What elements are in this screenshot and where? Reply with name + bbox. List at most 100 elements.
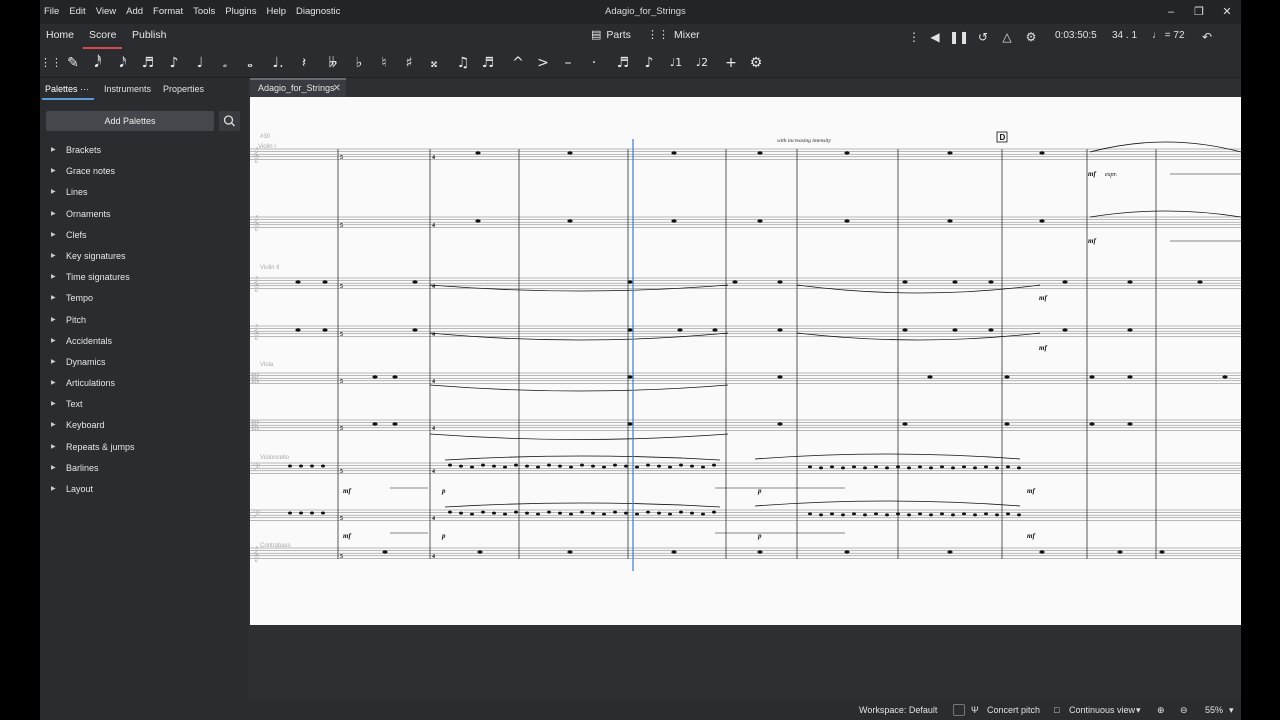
zoom-in-icon[interactable]: ⊕ [1157, 700, 1165, 720]
note-head [412, 280, 418, 284]
menu-help[interactable]: Help [261, 0, 291, 24]
palettes-menu-icon[interactable]: ··· [80, 78, 89, 100]
undo-icon[interactable]: ↶ [1197, 27, 1217, 47]
minimize-icon[interactable]: – [1157, 0, 1185, 24]
palette-pitch[interactable]: ▶ Pitch [40, 310, 248, 331]
palette-repeats-jumps[interactable]: ▶ Repeats & jumps [40, 437, 248, 458]
palette-clefs[interactable]: ▶ Clefs [40, 225, 248, 246]
slur-icon[interactable]: ♬ [477, 52, 499, 74]
note-head [514, 463, 518, 467]
palette-dynamics[interactable]: ▶ Dynamics [40, 352, 248, 373]
augmentation-dot-icon[interactable]: ♩. [267, 52, 289, 74]
voice-2-icon[interactable]: ♩2 [691, 52, 713, 74]
note-head [1117, 550, 1123, 554]
note-head [635, 465, 639, 469]
double-flat-icon[interactable]: 𝄫 [322, 52, 344, 74]
tie-icon[interactable]: ♫ [452, 52, 474, 74]
palette-accidentals[interactable]: ▶ Accidentals [40, 331, 248, 352]
note-head [558, 464, 562, 468]
whole-note-icon[interactable]: 𝅝 [239, 52, 261, 74]
voice-1-icon[interactable]: ♩1 [665, 52, 687, 74]
flat-icon[interactable]: ♭ [348, 52, 370, 74]
palette-lines[interactable]: ▶ Lines [40, 182, 248, 203]
concert-pitch-label[interactable]: Concert pitch [987, 700, 1040, 720]
loop-icon[interactable]: ↺ [973, 27, 993, 47]
pen-icon[interactable]: ✎ [62, 52, 84, 74]
time-signature: 4 [432, 223, 435, 229]
note-head [844, 151, 850, 155]
menu-diagnostic[interactable]: Diagnostic [291, 0, 345, 24]
concert-pitch-checkbox[interactable] [953, 704, 965, 716]
palette-brackets[interactable]: ▶ Brackets [40, 140, 248, 161]
expand-arrow-icon: ▶ [51, 380, 56, 387]
mixer-button[interactable]: ⋮⋮ Mixer [647, 24, 700, 49]
drag-handle-icon[interactable]: ⋮⋮ [40, 52, 62, 74]
tab-home[interactable]: Home [40, 24, 80, 49]
flip-icon[interactable]: ♪ [638, 52, 660, 74]
palette-grace-notes[interactable]: ▶ Grace notes [40, 161, 248, 182]
dynamic-mf: mf [343, 532, 351, 540]
workspace-selector[interactable]: Workspace: Default [859, 700, 937, 720]
menu-edit[interactable]: Edit [64, 0, 90, 24]
rewind-icon[interactable]: ◀ [925, 27, 945, 47]
tab-properties[interactable]: Properties [163, 78, 204, 100]
sharp-icon[interactable]: ♯ [398, 52, 420, 74]
tenuto-icon[interactable]: – [557, 52, 579, 74]
document-tab[interactable]: Adagio_for_Strings ✕ [250, 78, 346, 97]
eighth-note-icon[interactable]: ♪ [163, 52, 185, 74]
tab-score[interactable]: Score [83, 24, 123, 49]
menu-add[interactable]: Add [121, 0, 148, 24]
toolbar-settings-icon[interactable]: ⚙ [745, 52, 767, 74]
palette-barlines[interactable]: ▶ Barlines [40, 458, 248, 479]
palette-ornaments[interactable]: ▶ Ornaments [40, 204, 248, 225]
restore-icon[interactable]: ❐ [1185, 0, 1213, 24]
half-note-icon[interactable]: 𝅗 [214, 52, 236, 74]
parts-button[interactable]: ▤ Parts [591, 24, 631, 49]
accent-icon[interactable]: > [532, 52, 554, 74]
palette-layout[interactable]: ▶ Layout [40, 479, 248, 500]
playback-settings-icon[interactable]: ⚙ [1021, 27, 1041, 47]
palette-key-signatures[interactable]: ▶ Key signatures [40, 246, 248, 267]
note-head [927, 375, 933, 379]
menu-file[interactable]: File [40, 0, 64, 24]
menu-view[interactable]: View [91, 0, 121, 24]
quarter-note-icon[interactable]: ♩ [189, 52, 211, 74]
palette-keyboard[interactable]: ▶ Keyboard [40, 415, 248, 436]
zoom-level[interactable]: 55% [1205, 700, 1223, 720]
rest-icon[interactable]: 𝄽 [293, 52, 315, 74]
drag-handle-icon[interactable]: ⋮ [904, 27, 924, 47]
add-palettes-button[interactable]: Add Palettes [46, 111, 214, 131]
view-mode-selector[interactable]: Continuous view [1069, 700, 1135, 720]
add-icon[interactable]: + [720, 52, 742, 74]
menu-format[interactable]: Format [148, 0, 188, 24]
play-icon[interactable]: ❚❚ [949, 27, 969, 47]
staff-label-viola: Viola [260, 362, 274, 368]
tab-instruments[interactable]: Instruments [104, 78, 151, 100]
menu-tools[interactable]: Tools [188, 0, 220, 24]
64th-note-icon[interactable]: 𝅘𝅥𝅰 [87, 52, 109, 74]
close-tab-icon[interactable]: ✕ [333, 80, 341, 97]
palette-tempo[interactable]: ▶ Tempo [40, 288, 248, 309]
tuplet-icon[interactable]: ♬ [612, 52, 634, 74]
palette-text[interactable]: ▶ Text [40, 394, 248, 415]
16th-note-icon[interactable]: ♬ [137, 52, 159, 74]
staccato-icon[interactable]: · [583, 52, 605, 74]
score-svg[interactable]: 𝄞 5 4𝄞 5 4𝄞 5 4𝄞 5 4𝄡 5 4𝄡 5 4𝄢 5 4𝄢 5 4𝄞 5 4 #30 Violin I… [250, 97, 1241, 625]
natural-icon[interactable]: ♮ [373, 52, 395, 74]
note-head [902, 422, 908, 426]
palette-search-button[interactable] [219, 111, 240, 131]
palette-articulations[interactable]: ▶ Articulations [40, 373, 248, 394]
32nd-note-icon[interactable]: 𝅘𝅥𝅯 [112, 52, 134, 74]
metronome-icon[interactable]: △ [997, 27, 1017, 47]
tab-publish[interactable]: Publish [126, 24, 172, 49]
score-canvas[interactable]: 𝄞 5 4 𝄞 5 4 𝄞 5 4 𝄞 5 4 𝄡 5 4 𝄡 5 4 𝄢 5 4 𝄢 5 4 𝄞 5 4 #30 Violin I… [250, 97, 1241, 625]
clef-icon: 𝄞 [252, 277, 260, 292]
note-head [863, 513, 867, 517]
menu-plugins[interactable]: Plugins [220, 0, 261, 24]
palette-time-signatures[interactable]: ▶ Time signatures [40, 267, 248, 288]
double-sharp-icon[interactable]: 𝄪 [423, 52, 445, 74]
tab-palettes[interactable]: Palettes [45, 78, 78, 100]
close-icon[interactable]: ✕ [1213, 0, 1241, 24]
marcato-icon[interactable]: ^ [507, 52, 529, 74]
zoom-out-icon[interactable]: ⊖ [1180, 700, 1188, 720]
